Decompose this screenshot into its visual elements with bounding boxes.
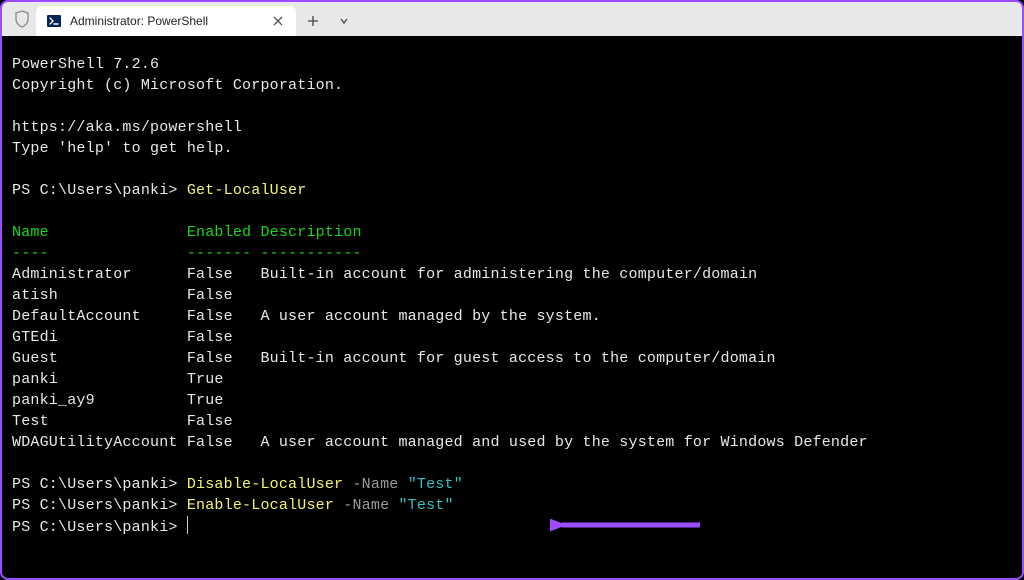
table-row: panki_ay9 True <box>12 392 260 409</box>
table-row: atish False <box>12 287 260 304</box>
prompt: PS C:\Users\panki> <box>12 476 187 493</box>
tab-powershell[interactable]: Administrator: PowerShell <box>36 6 296 36</box>
command-disable-localuser: Disable-LocalUser <box>187 476 343 493</box>
prompt: PS C:\Users\panki> <box>12 519 187 536</box>
param-name: -Name <box>352 476 398 493</box>
param-value: "Test" <box>398 497 453 514</box>
terminal-output[interactable]: PowerShell 7.2.6 Copyright (c) Microsoft… <box>2 36 1022 548</box>
powershell-icon <box>46 13 62 29</box>
param-name: -Name <box>343 497 389 514</box>
param-value: "Test" <box>408 476 463 493</box>
tab-title: Administrator: PowerShell <box>70 14 262 28</box>
table-row: WDAGUtilityAccount False A user account … <box>12 434 868 451</box>
new-tab-button[interactable] <box>296 6 330 36</box>
prompt: PS C:\Users\panki> <box>12 182 187 199</box>
command-enable-localuser: Enable-LocalUser <box>187 497 334 514</box>
prompt: PS C:\Users\panki> <box>12 497 187 514</box>
table-header-rule: ---- ------- ----------- <box>12 245 362 262</box>
close-icon[interactable] <box>270 13 286 29</box>
version-line: PowerShell 7.2.6 <box>12 56 159 73</box>
cursor <box>187 516 189 534</box>
table-row: Guest False Built-in account for guest a… <box>12 350 776 367</box>
table-row: Test False <box>12 413 260 430</box>
table-row: Administrator False Built-in account for… <box>12 266 757 283</box>
table-row: DefaultAccount False A user account mana… <box>12 308 601 325</box>
titlebar: Administrator: PowerShell <box>2 2 1022 36</box>
command-get-localuser: Get-LocalUser <box>187 182 307 199</box>
table-row: panki True <box>12 371 260 388</box>
table-row: GTEdi False <box>12 329 260 346</box>
url-line: https://aka.ms/powershell <box>12 119 242 136</box>
table-header: Name Enabled Description <box>12 224 362 241</box>
help-hint: Type 'help' to get help. <box>12 140 233 157</box>
copyright-line: Copyright (c) Microsoft Corporation. <box>12 77 343 94</box>
shield-icon <box>8 2 36 36</box>
tab-dropdown-button[interactable] <box>330 6 358 36</box>
